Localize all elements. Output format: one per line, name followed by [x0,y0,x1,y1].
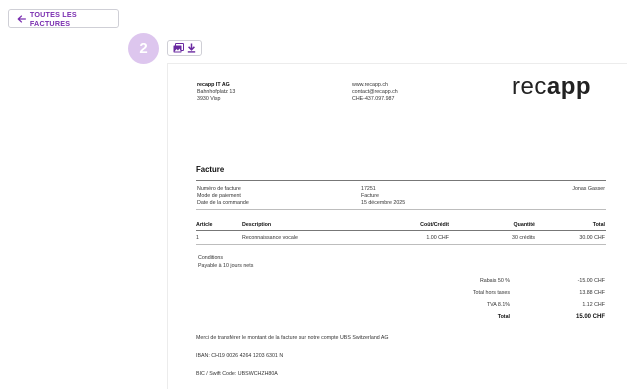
col-header-article: Article [196,222,213,228]
recapp-logo: recapp [512,75,591,99]
summary-value-subtotal: 13.88 CHF [579,290,605,296]
step-badge: 2 [128,33,159,64]
title-divider [196,180,606,181]
download-icon[interactable] [187,43,196,53]
customer-name: Jonas Gasser [572,186,605,192]
table-header-divider [196,230,606,231]
meta-label-date: Date de la commande [197,200,249,206]
col-header-cost: Coût/Crédit [420,222,449,228]
sender-company: recapp IT AG [197,82,230,88]
col-header-description: Description [242,222,272,228]
iban-text: IBAN: CH19 0026 4264 1203 6301 N [196,353,284,359]
summary-value-total: 15.00 CHF [575,314,605,320]
sender-city: 3930 Visp [197,96,221,102]
meta-value-payment: Facture [361,193,379,199]
row-article: 1 [196,235,199,241]
invoice-document: recapp IT AG Bahnhofplatz 13 3930 Visp w… [167,63,627,389]
sender-street: Bahnhofplatz 13 [197,89,236,95]
row-total: 30.00 CHF [579,235,605,241]
meta-label-number: Numéro de facture [197,186,241,192]
row-cost: 1.00 CHF [426,235,449,241]
invoice-title: Facture [196,165,225,174]
row-quantity: 30 crédits [512,235,535,241]
table-row-divider [196,244,606,245]
meta-value-number: 17251 [361,186,376,192]
contact-email: contact@recapp.ch [352,89,398,95]
contact-web: www.recapp.ch [352,82,388,88]
meta-divider [196,209,606,210]
summary-label-total: Total [497,314,510,320]
arrow-left-icon [17,14,26,23]
contact-vat: CHE-437.097.987 [352,96,395,102]
col-header-quantity: Quantité [513,222,535,228]
back-button-label: TOUTES LES FACTURES [29,9,77,28]
conditions-label: Conditions [198,255,224,261]
conditions-text: Payable à 10 jours nets [198,263,254,269]
meta-label-payment: Mode de paiement [197,193,241,199]
summary-value-vat: 1.12 CHF [582,302,605,308]
bic-text: BIC / Swift Code: UBSWCHZH80A [196,371,278,377]
col-header-total: Total [592,222,605,228]
summary-value-discount: -15.00 CHF [577,278,605,284]
summary-label-discount: Rabais 50 % [479,278,510,284]
row-description: Reconnaissance vocale [242,235,298,241]
meta-value-date: 15 décembre 2025 [361,200,406,206]
back-to-invoices-button[interactable]: TOUTES LES FACTURES [8,9,119,28]
transfer-note: Merci de transférer le montant de la fac… [196,335,389,341]
summary-label-vat: TVA 8.1% [486,302,510,308]
invoice-screen: TOUTES LES FACTURES 2 recapp IT AG Bahnh… [0,0,627,389]
image-file-icon[interactable] [173,43,184,53]
summary-label-subtotal: Total hors taxes [472,290,510,296]
logo-prefix: rec [512,73,547,100]
logo-suffix: app [546,73,592,100]
export-toolbar-button[interactable] [167,40,202,56]
